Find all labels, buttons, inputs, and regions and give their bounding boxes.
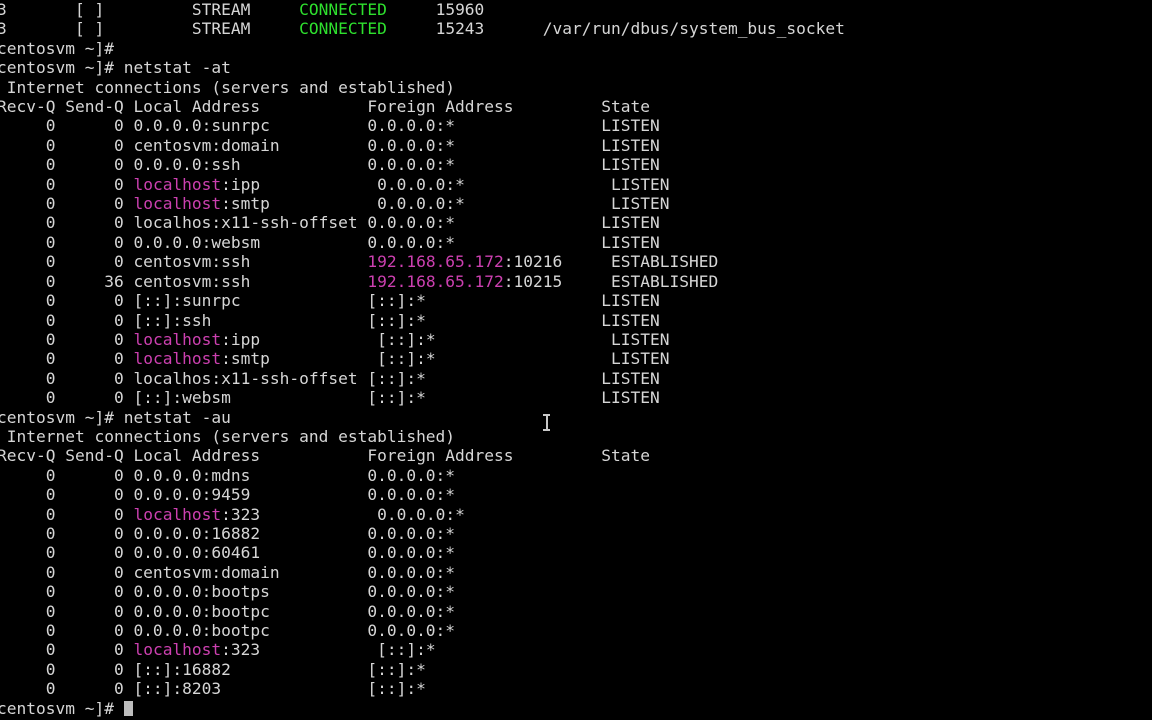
tcp6-row-x11: 0 0 localhos:x11-ssh-offset [::]:* LISTE… — [0, 369, 845, 388]
terminal-text-segment: 192.168.65.172 — [367, 271, 504, 291]
tcp-row-est-10216: 0 0 centosvm:ssh 192.168.65.172:10216 ES… — [0, 252, 845, 271]
udp-row-bootps: 0 0 0.0.0.0:bootps 0.0.0.0:* — [0, 582, 845, 601]
tcp-row-sunrpc: 0 0 0.0.0.0:sunrpc 0.0.0.0:* LISTEN — [0, 116, 845, 135]
terminal-text-segment: CONNECTED — [299, 19, 387, 39]
terminal-text-segment: 0 0 — [0, 174, 134, 194]
terminal-text-segment: 0 0 [::]:8203 [::]:* — [0, 679, 426, 699]
udp6-row-16882: 0 0 [::]:16882 [::]:* — [0, 660, 845, 679]
terminal-text-segment: 0 0 centosvm:domain 0.0.0.0:* LISTEN — [0, 135, 660, 155]
terminal-text-segment: Recv-Q Send-Q Local Address Foreign Addr… — [0, 446, 650, 466]
terminal-text-segment: 0 0 localhos:x11-ssh-offset [::]:* LISTE… — [0, 368, 660, 388]
terminal-text-segment: 15243 /var/run/dbus/system_bus_socket — [386, 19, 845, 39]
terminal-text-segment: :10216 ESTABLISHED — [503, 252, 719, 272]
tcp6-row-ipp: 0 0 localhost:ipp [::]:* LISTEN — [0, 330, 845, 349]
terminal-text-segment: 0 0 0.0.0.0:bootpc 0.0.0.0:* — [0, 621, 456, 640]
terminal-text-segment: localhost — [133, 194, 222, 214]
terminal-block-cursor — [123, 700, 134, 716]
terminal-screen-buffer[interactable]: 3 [ ] STREAM CONNECTED 15960 3 [ ] STREAM… — [0, 0, 845, 718]
udp-row-bootpc-2: 0 0 0.0.0.0:bootpc 0.0.0.0:* — [0, 621, 845, 640]
terminal-text-segment: :smtp [::]:* LISTEN — [221, 349, 670, 369]
udp-header: Recv-Q Send-Q Local Address Foreign Addr… — [0, 446, 845, 465]
terminal-text-segment: :10215 ESTABLISHED — [503, 271, 719, 291]
tcp6-row-smtp: 0 0 localhost:smtp [::]:* LISTEN — [0, 349, 845, 368]
terminal-text-segment: 0 0 centosvm:ssh — [0, 252, 368, 272]
terminal-text-segment: Recv-Q Send-Q Local Address Foreign Addr… — [0, 97, 650, 117]
terminal-text-segment: 0 0 0.0.0.0:ssh 0.0.0.0:* LISTEN — [0, 155, 660, 175]
udp-banner: Internet connections (servers and establ… — [0, 427, 845, 446]
terminal-text-segment: 0 0 [::]:sunrpc [::]:* LISTEN — [0, 291, 660, 311]
tcp-header: Recv-Q Send-Q Local Address Foreign Addr… — [0, 97, 845, 116]
terminal-text-segment: localhost — [133, 504, 222, 524]
terminal-text-segment: Internet connections (servers and establ… — [0, 77, 456, 97]
terminal-text-segment: 192.168.65.172 — [367, 252, 504, 272]
udp6-row-8203: 0 0 [::]:8203 [::]:* — [0, 679, 845, 698]
udp-row-mdns: 0 0 0.0.0.0:mdns 0.0.0.0:* — [0, 466, 845, 485]
tcp6-row-websm: 0 0 [::]:websm [::]:* LISTEN — [0, 388, 845, 407]
terminal-text-segment: 3 [ ] STREAM — [0, 19, 300, 39]
terminal-text-segment: centosvm ~]# — [0, 698, 124, 718]
tcp6-row-sunrpc: 0 0 [::]:sunrpc [::]:* LISTEN — [0, 291, 845, 310]
terminal-text-segment: 0 0 centosvm:domain 0.0.0.0:* — [0, 562, 456, 582]
udp-row-323: 0 0 localhost:323 0.0.0.0:* — [0, 505, 845, 524]
terminal-text-segment: 0 0 — [0, 504, 134, 524]
terminal-text-segment: centosvm ~]# netstat -au — [0, 407, 231, 427]
tcp-row-smtp: 0 0 localhost:smtp 0.0.0.0:* LISTEN — [0, 194, 845, 213]
tcp-row-websm: 0 0 0.0.0.0:websm 0.0.0.0:* LISTEN — [0, 233, 845, 252]
terminal-text-segment: centosvm ~]# netstat -at — [0, 58, 231, 78]
terminal-text-segment: 3 [ ] STREAM — [0, 0, 300, 19]
terminal-text-segment: 0 0 0.0.0.0:60461 0.0.0.0:* — [0, 543, 456, 563]
terminal-text-segment: :smtp 0.0.0.0:* LISTEN — [221, 194, 670, 214]
unix-socket-row-1: 3 [ ] STREAM CONNECTED 15960 — [0, 0, 845, 19]
udp-row-16882: 0 0 0.0.0.0:16882 0.0.0.0:* — [0, 524, 845, 543]
terminal-text-segment: localhost — [133, 329, 222, 349]
terminal-text-segment: CONNECTED — [299, 0, 387, 19]
tcp-row-ipp: 0 0 localhost:ipp 0.0.0.0:* LISTEN — [0, 175, 845, 194]
udp-row-60461: 0 0 0.0.0.0:60461 0.0.0.0:* — [0, 543, 845, 562]
terminal-text-segment: Internet connections (servers and establ… — [0, 426, 456, 446]
terminal-text-segment: 0 0 0.0.0.0:16882 0.0.0.0:* — [0, 523, 456, 543]
terminal-text-segment: 0 36 centosvm:ssh — [0, 271, 368, 291]
terminal-text-segment: :ipp [::]:* LISTEN — [221, 329, 670, 349]
terminal-text-segment: localhost — [133, 640, 222, 660]
terminal-text-segment: localhost — [133, 174, 222, 194]
tcp6-row-ssh: 0 0 [::]:ssh [::]:* LISTEN — [0, 311, 845, 330]
terminal-text-segment: 15960 — [386, 0, 485, 19]
udp-row-9459: 0 0 0.0.0.0:9459 0.0.0.0:* — [0, 485, 845, 504]
tcp-row-est-10215: 0 36 centosvm:ssh 192.168.65.172:10215 E… — [0, 272, 845, 291]
terminal-text-segment: :323 0.0.0.0:* — [221, 504, 465, 524]
terminal-text-segment: 0 0 0.0.0.0:bootpc 0.0.0.0:* — [0, 601, 456, 621]
terminal-text-segment: localhost — [133, 349, 222, 369]
terminal-text-segment: 0 0 — [0, 194, 134, 214]
terminal-text-segment: 0 0 [::]:websm [::]:* LISTEN — [0, 388, 660, 408]
terminal-text-segment: 0 0 — [0, 349, 134, 369]
prompt-netstat-at: centosvm ~]# netstat -at — [0, 58, 845, 77]
terminal-text-segment: :323 [::]:* — [221, 640, 436, 660]
udp-row-domain: 0 0 centosvm:domain 0.0.0.0:* — [0, 563, 845, 582]
terminal-text-segment: 0 0 0.0.0.0:websm 0.0.0.0:* LISTEN — [0, 232, 660, 252]
prompt-netstat-au: centosvm ~]# netstat -au — [0, 408, 845, 427]
terminal-text-segment: 0 0 0.0.0.0:9459 0.0.0.0:* — [0, 485, 456, 505]
terminal-text-segment: 0 0 0.0.0.0:mdns 0.0.0.0:* — [0, 465, 456, 485]
terminal-text-segment: 0 0 — [0, 640, 134, 660]
terminal-text-segment: 0 0 [::]:ssh [::]:* LISTEN — [0, 310, 660, 330]
tcp-row-domain: 0 0 centosvm:domain 0.0.0.0:* LISTEN — [0, 136, 845, 155]
unix-socket-row-2: 3 [ ] STREAM CONNECTED 15243 /var/run/db… — [0, 19, 845, 38]
prompt-final: centosvm ~]# — [0, 699, 845, 718]
terminal-text-segment: 0 0 localhos:x11-ssh-offset 0.0.0.0:* LI… — [0, 213, 660, 233]
tcp-row-ssh: 0 0 0.0.0.0:ssh 0.0.0.0:* LISTEN — [0, 155, 845, 174]
udp-row-bootpc-1: 0 0 0.0.0.0:bootpc 0.0.0.0:* — [0, 602, 845, 621]
prompt-blank: centosvm ~]# — [0, 39, 845, 58]
terminal-text-segment: 0 0 [::]:16882 [::]:* — [0, 659, 426, 679]
terminal-window[interactable]: 3 [ ] STREAM CONNECTED 15960 3 [ ] STREAM… — [0, 0, 1152, 720]
terminal-text-segment: 0 0 0.0.0.0:bootps 0.0.0.0:* — [0, 582, 456, 602]
terminal-text-segment: centosvm ~]# — [0, 38, 124, 58]
terminal-text-segment: :ipp 0.0.0.0:* LISTEN — [221, 174, 670, 194]
udp6-row-323: 0 0 localhost:323 [::]:* — [0, 640, 845, 659]
terminal-text-segment: 0 0 0.0.0.0:sunrpc 0.0.0.0:* LISTEN — [0, 116, 660, 136]
tcp-banner: Internet connections (servers and establ… — [0, 78, 845, 97]
tcp-row-x11: 0 0 localhos:x11-ssh-offset 0.0.0.0:* LI… — [0, 213, 845, 232]
terminal-text-segment: 0 0 — [0, 329, 134, 349]
